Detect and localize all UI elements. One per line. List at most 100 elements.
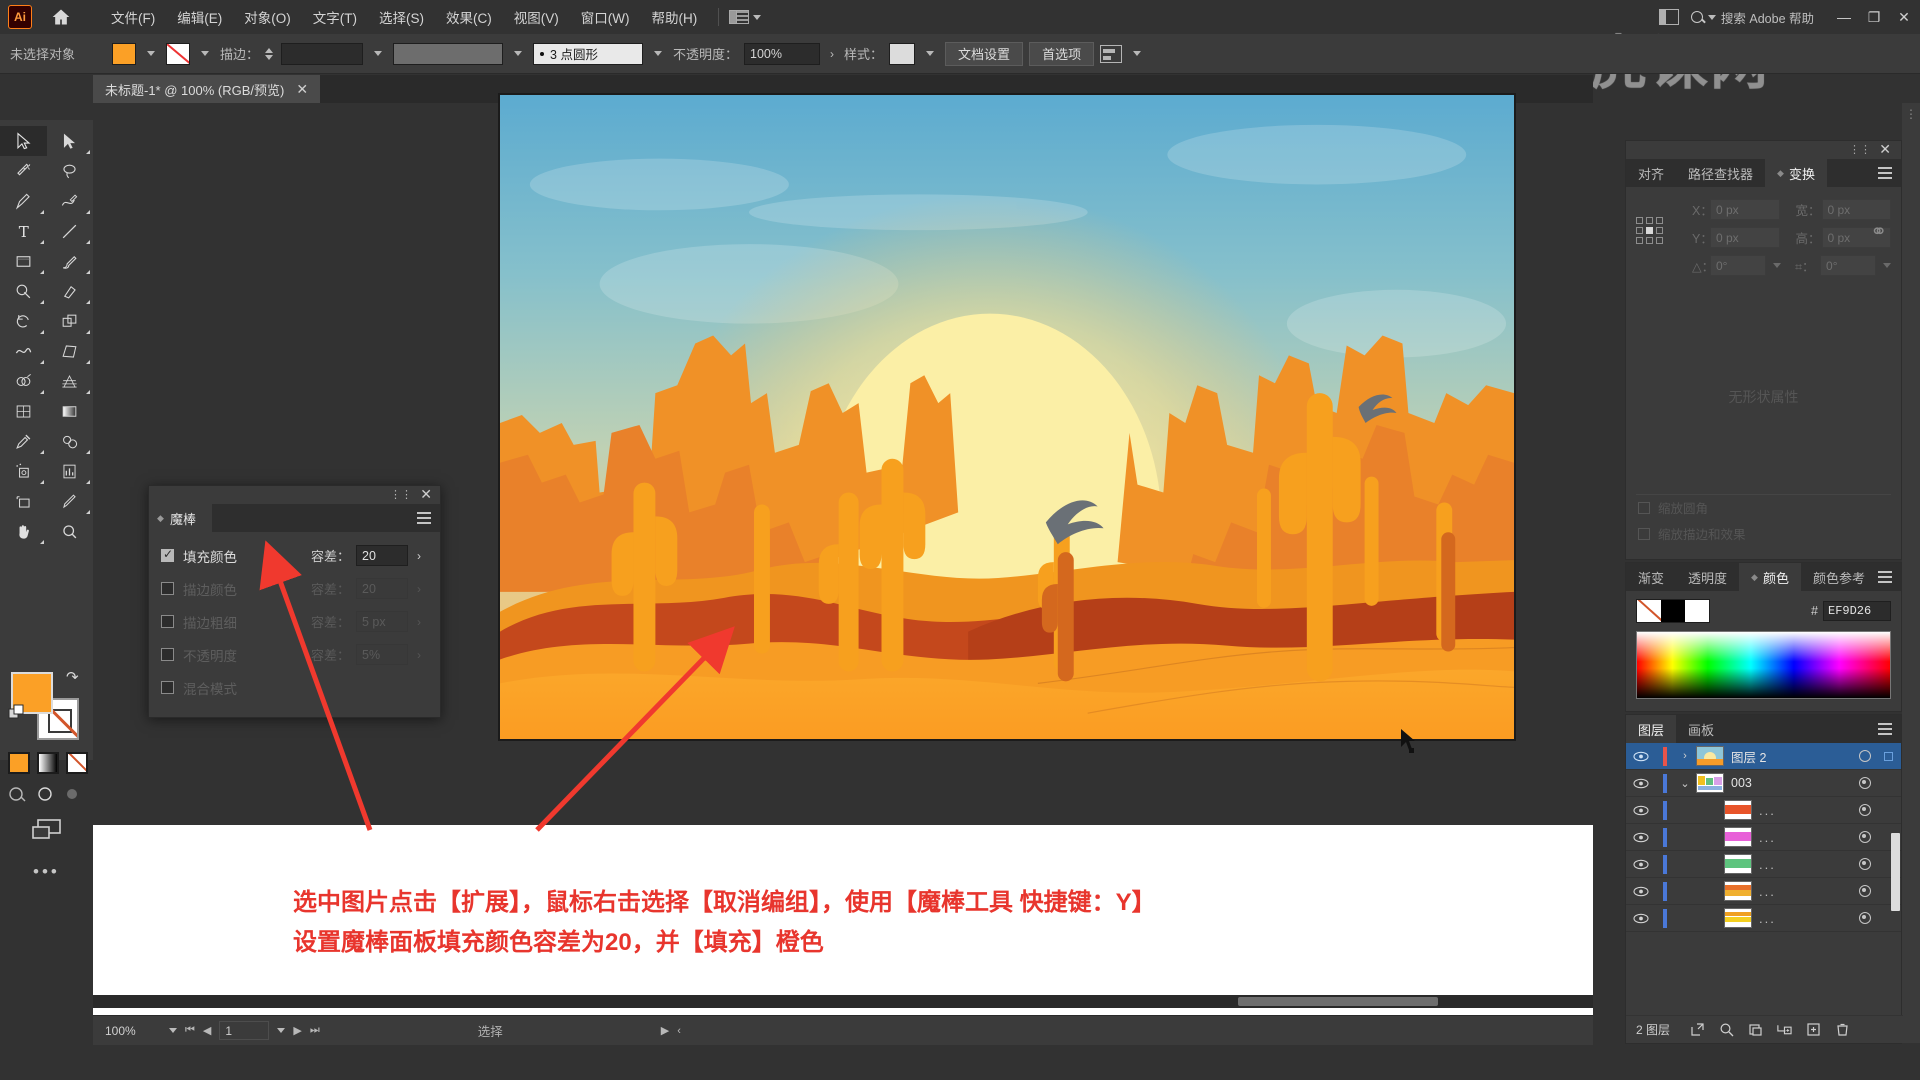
visibility-eye-icon[interactable] [1626,832,1656,843]
document-tab[interactable]: 未标题-1* @ 100% (RGB/预览) ✕ [93,75,321,103]
workspace-switcher[interactable] [729,10,762,24]
ref-point-mr[interactable] [1656,227,1663,234]
layer-row-child-3[interactable]: ... [1626,851,1901,878]
zoom-level-field[interactable]: 100% [105,1020,161,1041]
lasso-tool[interactable] [47,156,94,186]
selection-tool[interactable] [0,126,47,156]
ref-point-bl[interactable] [1636,237,1643,244]
mesh-tool[interactable] [0,396,47,426]
chevron-down-icon[interactable] [514,51,523,56]
rotate-input[interactable]: 0° [1710,255,1766,276]
stroke-weight-field[interactable] [281,42,364,65]
page-nav-prev[interactable]: ◀ [203,1024,211,1037]
menu-item-object[interactable]: 对象(O) [233,2,302,32]
artboard-tool[interactable] [0,486,47,516]
layer-row-layer2[interactable]: › 图层 2 [1626,743,1901,770]
chevron-down-icon[interactable] [147,51,155,56]
width-input[interactable]: 0 px [1821,199,1891,220]
panel-menu-icon[interactable] [1878,723,1892,738]
gradient-mode-button[interactable] [37,752,59,774]
status-expand-icon[interactable]: ▶ [661,1024,669,1037]
document-setup-button[interactable]: 文档设置 [945,41,1024,66]
layer-name[interactable]: ... [1759,911,1901,926]
lock-toggle[interactable] [1656,881,1674,901]
pen-tool[interactable] [0,186,47,216]
layers-scrollbar[interactable] [1891,833,1900,911]
shaper-tool[interactable] [0,276,47,306]
create-sublayer-icon[interactable] [1776,1022,1792,1038]
ref-point-br[interactable] [1656,237,1663,244]
more-tools-icon[interactable]: ••• [33,862,60,882]
ref-point-tr[interactable] [1656,217,1663,224]
ref-point-tl[interactable] [1636,217,1643,224]
page-nav-last[interactable]: ⏭ [310,1024,320,1037]
target-indicator[interactable] [1859,750,1871,762]
constrain-proportions-icon[interactable]: ⚭ [1870,219,1887,244]
line-segment-tool[interactable] [47,216,94,246]
preferences-button[interactable]: 首选项 [1029,41,1095,66]
scale-tool[interactable] [47,306,94,336]
stroke-weight-checkbox[interactable] [161,615,174,628]
make-clipping-mask-icon[interactable] [1747,1022,1763,1038]
layer-name[interactable]: 003 [1731,776,1901,790]
ref-point-tc[interactable] [1646,217,1653,224]
layer-name[interactable]: 图层 2 [1731,747,1901,766]
new-layer-icon[interactable] [1805,1022,1821,1038]
transform-panel[interactable]: ⋮⋮ ✕ 对齐 路径查找器 ◆ 变换 X： 0 px 宽： 0 px Y： 0 … [1625,140,1902,560]
target-indicator[interactable] [1859,777,1871,789]
menu-item-type[interactable]: 文字(T) [302,2,368,32]
chevron-down-icon[interactable] [374,51,383,56]
close-icon[interactable]: ✕ [1879,141,1891,158]
scale-strokes-checkbox[interactable] [1638,527,1650,540]
lock-toggle[interactable] [1656,773,1674,793]
graphic-style-swatch[interactable] [889,42,916,65]
tab-pathfinder[interactable]: 路径查找器 [1676,159,1765,187]
layer-row-003[interactable]: ⌄ 003 [1626,770,1901,797]
menu-item-edit[interactable]: 编辑(E) [166,2,233,32]
fill-color-swatch[interactable] [112,42,136,65]
y-input[interactable]: 0 px [1710,227,1780,248]
color-mode-button[interactable] [8,752,30,774]
lock-toggle[interactable] [1656,908,1674,928]
target-indicator[interactable] [1859,804,1871,816]
scale-corners-option[interactable]: 缩放圆角 [1638,498,1746,517]
target-indicator[interactable] [1859,885,1871,897]
stroke-color-checkbox[interactable] [161,582,174,595]
lock-toggle[interactable] [1656,854,1674,874]
perspective-grid-tool[interactable] [47,366,94,396]
magic-wand-panel-titlebar[interactable]: ⋮⋮ ✕ [149,486,440,504]
stroke-weight-stepper[interactable] [265,47,274,60]
fill-tolerance-expand-icon[interactable]: › [408,545,430,566]
target-indicator[interactable] [1859,912,1871,924]
swatch-black[interactable] [1661,600,1685,622]
type-tool[interactable]: T [0,216,47,246]
tab-color[interactable]: ◆ 颜色 [1739,563,1801,591]
visibility-eye-icon[interactable] [1626,778,1656,789]
layer-name[interactable]: ... [1759,830,1901,845]
swap-fill-stroke-icon[interactable]: ↷ [66,668,79,686]
scale-strokes-option[interactable]: 缩放描边和效果 [1638,524,1746,543]
search-layer-icon[interactable] [1718,1022,1734,1038]
color-spectrum[interactable] [1636,631,1891,699]
panel-toggle-icon[interactable] [1658,9,1679,25]
close-icon[interactable]: ✕ [420,486,432,503]
hex-input[interactable]: EF9D26 [1823,601,1891,621]
rectangle-tool[interactable] [0,246,47,276]
search-help-box[interactable]: 搜索 Adobe 帮助 [1685,6,1820,29]
ref-point-bc[interactable] [1646,237,1653,244]
layer-name[interactable]: ... [1759,884,1901,899]
chevron-down-icon[interactable] [926,51,935,56]
panel-menu-icon[interactable] [1878,571,1892,586]
collapse-icon[interactable]: ⋮⋮ [390,488,412,501]
tab-layers[interactable]: 图层 [1626,715,1677,743]
blend-tool[interactable] [47,426,94,456]
ref-point-mc[interactable] [1646,227,1653,234]
close-icon[interactable]: ✕ [1896,9,1912,25]
target-indicator[interactable] [1859,831,1871,843]
zoom-tool[interactable] [47,516,94,546]
width-tool[interactable] [0,336,47,366]
visibility-eye-icon[interactable] [1626,805,1656,816]
tab-transform[interactable]: ◆ 变换 [1765,159,1827,187]
default-fill-stroke-icon[interactable] [8,704,26,725]
menu-item-help[interactable]: 帮助(H) [640,2,708,32]
